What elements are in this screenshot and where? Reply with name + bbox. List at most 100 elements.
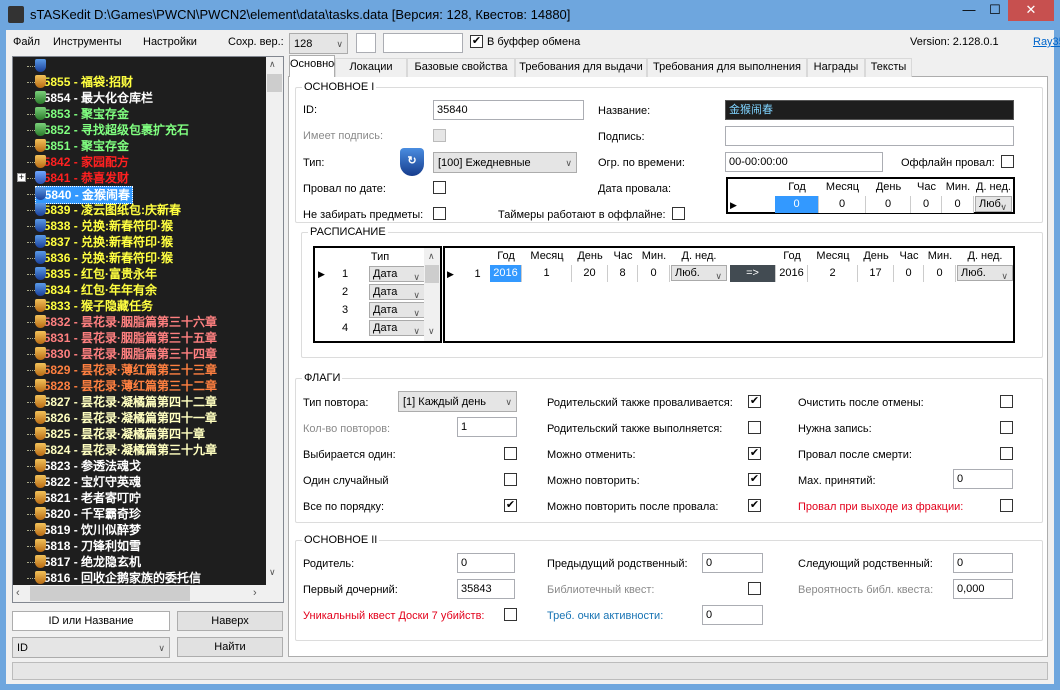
time-limit-input[interactable]: 00-00:00:00 <box>725 152 883 172</box>
scroll-right-icon[interactable]: › <box>253 587 257 599</box>
name-input[interactable]: 金猴闹春 <box>725 100 1014 120</box>
tree-item[interactable]: 35818 - 刀锋利如雪 <box>35 522 143 553</box>
tree-item[interactable]: 35834 - 红包·年年有余 <box>35 266 159 297</box>
can-repeat-checkbox[interactable]: ✔ <box>748 473 761 486</box>
tab-texts[interactable]: Тексты <box>865 58 912 77</box>
schedule-end-weekday-combo[interactable]: Люб. ∨ <box>957 265 1013 281</box>
menu-file[interactable]: Файл <box>13 35 40 49</box>
tree-item[interactable]: 35816 - 回收企鹅家族的委托信 <box>35 554 203 585</box>
tree-item[interactable]: 35842 - 家园配方 <box>35 138 131 169</box>
fail-leave-faction-checkbox[interactable] <box>1000 499 1013 512</box>
parent-input[interactable]: 0 <box>457 553 515 573</box>
tab-locations[interactable]: Локации <box>335 58 407 77</box>
parent-completes-checkbox[interactable] <box>748 421 761 434</box>
tree-item[interactable]: 35837 - 兑换:新春符印·猴 <box>35 218 175 249</box>
choose-one-checkbox[interactable] <box>504 447 517 460</box>
fail-date-cell[interactable]: 0 <box>942 196 974 213</box>
no-take-items-checkbox[interactable] <box>433 207 446 220</box>
tree-item[interactable]: 35827 - 昙花录·凝橘篇第四十二章 <box>35 378 219 409</box>
tree-item[interactable]: 35838 - 兑换:新春符印·猴 <box>35 202 175 233</box>
schedule-start-cell[interactable]: 0 <box>638 265 670 282</box>
tree-item[interactable]: 35819 - 饮川似醉梦 <box>35 506 143 537</box>
author-link[interactable]: Ray35® <box>1033 35 1060 49</box>
tree-item[interactable]: 35829 - 昙花录·薄红篇第三十三章 <box>35 346 219 377</box>
tab-main[interactable]: Основное <box>289 55 340 77</box>
scroll-thumb[interactable] <box>425 265 439 283</box>
one-random-checkbox[interactable] <box>504 473 517 486</box>
id-or-name-button[interactable]: ID или Название <box>12 611 170 631</box>
type-combo[interactable]: [100] Ежедневные ∨ <box>433 152 577 173</box>
schedule-arrow-button[interactable]: => <box>730 265 776 282</box>
tree-item[interactable]: 35855 - 福袋:招财 <box>35 58 135 89</box>
tab-requirements-complete[interactable]: Требования для выполнения <box>647 58 807 77</box>
scroll-left-icon[interactable]: ‹ <box>16 587 20 599</box>
scroll-up-icon[interactable]: ∧ <box>428 251 435 262</box>
schedule-type-scrollbar[interactable]: ∧ ∨ <box>424 248 440 341</box>
tree-item[interactable]: 35825 - 昙花录·凝橘篇第四十章 <box>35 410 207 441</box>
tree-item[interactable]: 35822 - 宝灯守英魂 <box>35 458 143 489</box>
minimize-button[interactable]: — <box>956 0 982 21</box>
quest-tree[interactable]: 35855 - 福袋:招财 35854 - 最大化仓库栏 35853 - 聚宝存金 3… <box>12 56 284 603</box>
tab-rewards[interactable]: Награды <box>807 58 865 77</box>
can-cancel-checkbox[interactable]: ✔ <box>748 447 761 460</box>
schedule-type-combo[interactable]: Дата ∨ <box>369 284 425 300</box>
need-record-checkbox[interactable] <box>1000 421 1013 434</box>
tree-item[interactable]: 35835 - 红包·富贵永年 <box>35 250 159 281</box>
schedule-end-cell[interactable]: 2 <box>808 265 858 282</box>
expand-icon[interactable]: + <box>17 173 26 182</box>
tree-item[interactable]: 35839 - 凌云图纸包:庆新春 <box>35 186 183 217</box>
activity-points-input[interactable]: 0 <box>702 605 763 625</box>
timers-offline-checkbox[interactable] <box>672 207 685 220</box>
fail-by-date-checkbox[interactable] <box>433 181 446 194</box>
fail-date-cell[interactable]: 0 <box>866 196 911 213</box>
tree-item[interactable]: 35840 - 金猴闹春 <box>35 170 134 204</box>
unique-quest-checkbox[interactable] <box>504 608 517 621</box>
top-button[interactable]: Наверх <box>177 611 283 631</box>
schedule-type-combo[interactable]: Дата ∨ <box>369 266 425 282</box>
schedule-end-cell[interactable]: 2016 <box>776 265 808 282</box>
library-probability-input[interactable]: 0,000 <box>953 579 1013 599</box>
offline-fail-checkbox[interactable] <box>1001 155 1014 168</box>
tree-item[interactable]: 35820 - 千军霸奇珍 <box>35 490 143 521</box>
tree-item[interactable]: 35830 - 昙花录·胭脂篇第三十四章 <box>35 330 219 361</box>
maximize-button[interactable]: ☐ <box>982 0 1008 21</box>
schedule-start-cell[interactable]: 8 <box>608 265 638 282</box>
toolbar-text-input[interactable] <box>383 33 463 53</box>
tree-item[interactable]: 35854 - 最大化仓库栏 <box>35 74 155 105</box>
schedule-type-combo[interactable]: Дата ∨ <box>369 320 425 336</box>
fail-date-cell[interactable]: 0 <box>775 196 819 213</box>
tab-requirements-give[interactable]: Требования для выдачи <box>515 58 647 77</box>
repeat-count-input[interactable]: 1 <box>457 417 517 437</box>
tree-item[interactable]: 35823 - 参透法魂戈 <box>35 442 143 473</box>
repeat-type-combo[interactable]: [1] Каждый день ∨ <box>398 391 517 412</box>
color-box[interactable] <box>356 33 376 53</box>
menu-settings[interactable]: Настройки <box>143 35 197 49</box>
tree-horizontal-scrollbar[interactable]: ‹ › <box>13 585 283 602</box>
schedule-period-grid[interactable]: ▶ 1 Год Год Месяц Месяц День День Час Час Мин. Ми… <box>443 246 1015 343</box>
schedule-type-grid[interactable]: Тип ▶ 1 Дата ∨ 2 Дата ∨ 3 Дата ∨ 4 Дата ∨ ∧ ∨ <box>313 246 442 343</box>
tab-base-properties[interactable]: Базовые свойства <box>407 58 515 77</box>
schedule-end-cell[interactable]: 0 <box>924 265 956 282</box>
tree-item[interactable]: 35821 - 老者寄叮咛 <box>35 474 143 505</box>
clear-after-cancel-checkbox[interactable] <box>1000 395 1013 408</box>
tree-item[interactable]: 35826 - 昙花录·凝橘篇第四十一章 <box>35 394 219 425</box>
find-button[interactable]: Найти <box>177 637 283 657</box>
sign-input[interactable] <box>725 126 1014 146</box>
tree-item[interactable]: 35831 - 昙花录·胭脂篇第三十五章 <box>35 314 219 345</box>
tree-item[interactable]: 35852 - 寻找超级包裹扩充石 <box>35 106 191 137</box>
next-relative-input[interactable]: 0 <box>953 553 1013 573</box>
fail-date-cell[interactable]: 0 <box>819 196 866 213</box>
fail-after-death-checkbox[interactable] <box>1000 447 1013 460</box>
scroll-down-icon[interactable]: ∨ <box>428 326 435 337</box>
save-version-combo[interactable]: 128 ∨ <box>289 33 348 54</box>
schedule-type-combo[interactable]: Дата ∨ <box>369 302 425 318</box>
tree-item[interactable]: 35833 - 猴子隐藏任务 <box>35 282 155 313</box>
tree-item[interactable]: 35841 - 恭喜发财 <box>35 154 131 185</box>
schedule-end-cell[interactable]: 0 <box>894 265 924 282</box>
clipboard-checkbox[interactable]: ✔ <box>470 35 483 48</box>
close-button[interactable]: ✕ <box>1008 0 1054 21</box>
schedule-end-cell[interactable]: 17 <box>858 265 894 282</box>
fail-date-grid[interactable]: ▶ Год Месяц День Час Мин. Д. нед. 0 0 0 0 0 Люб. ∨ <box>726 177 1015 214</box>
repeat-after-fail-checkbox[interactable]: ✔ <box>748 499 761 512</box>
tree-item[interactable]: 35817 - 绝龙隐玄机 <box>35 538 143 569</box>
